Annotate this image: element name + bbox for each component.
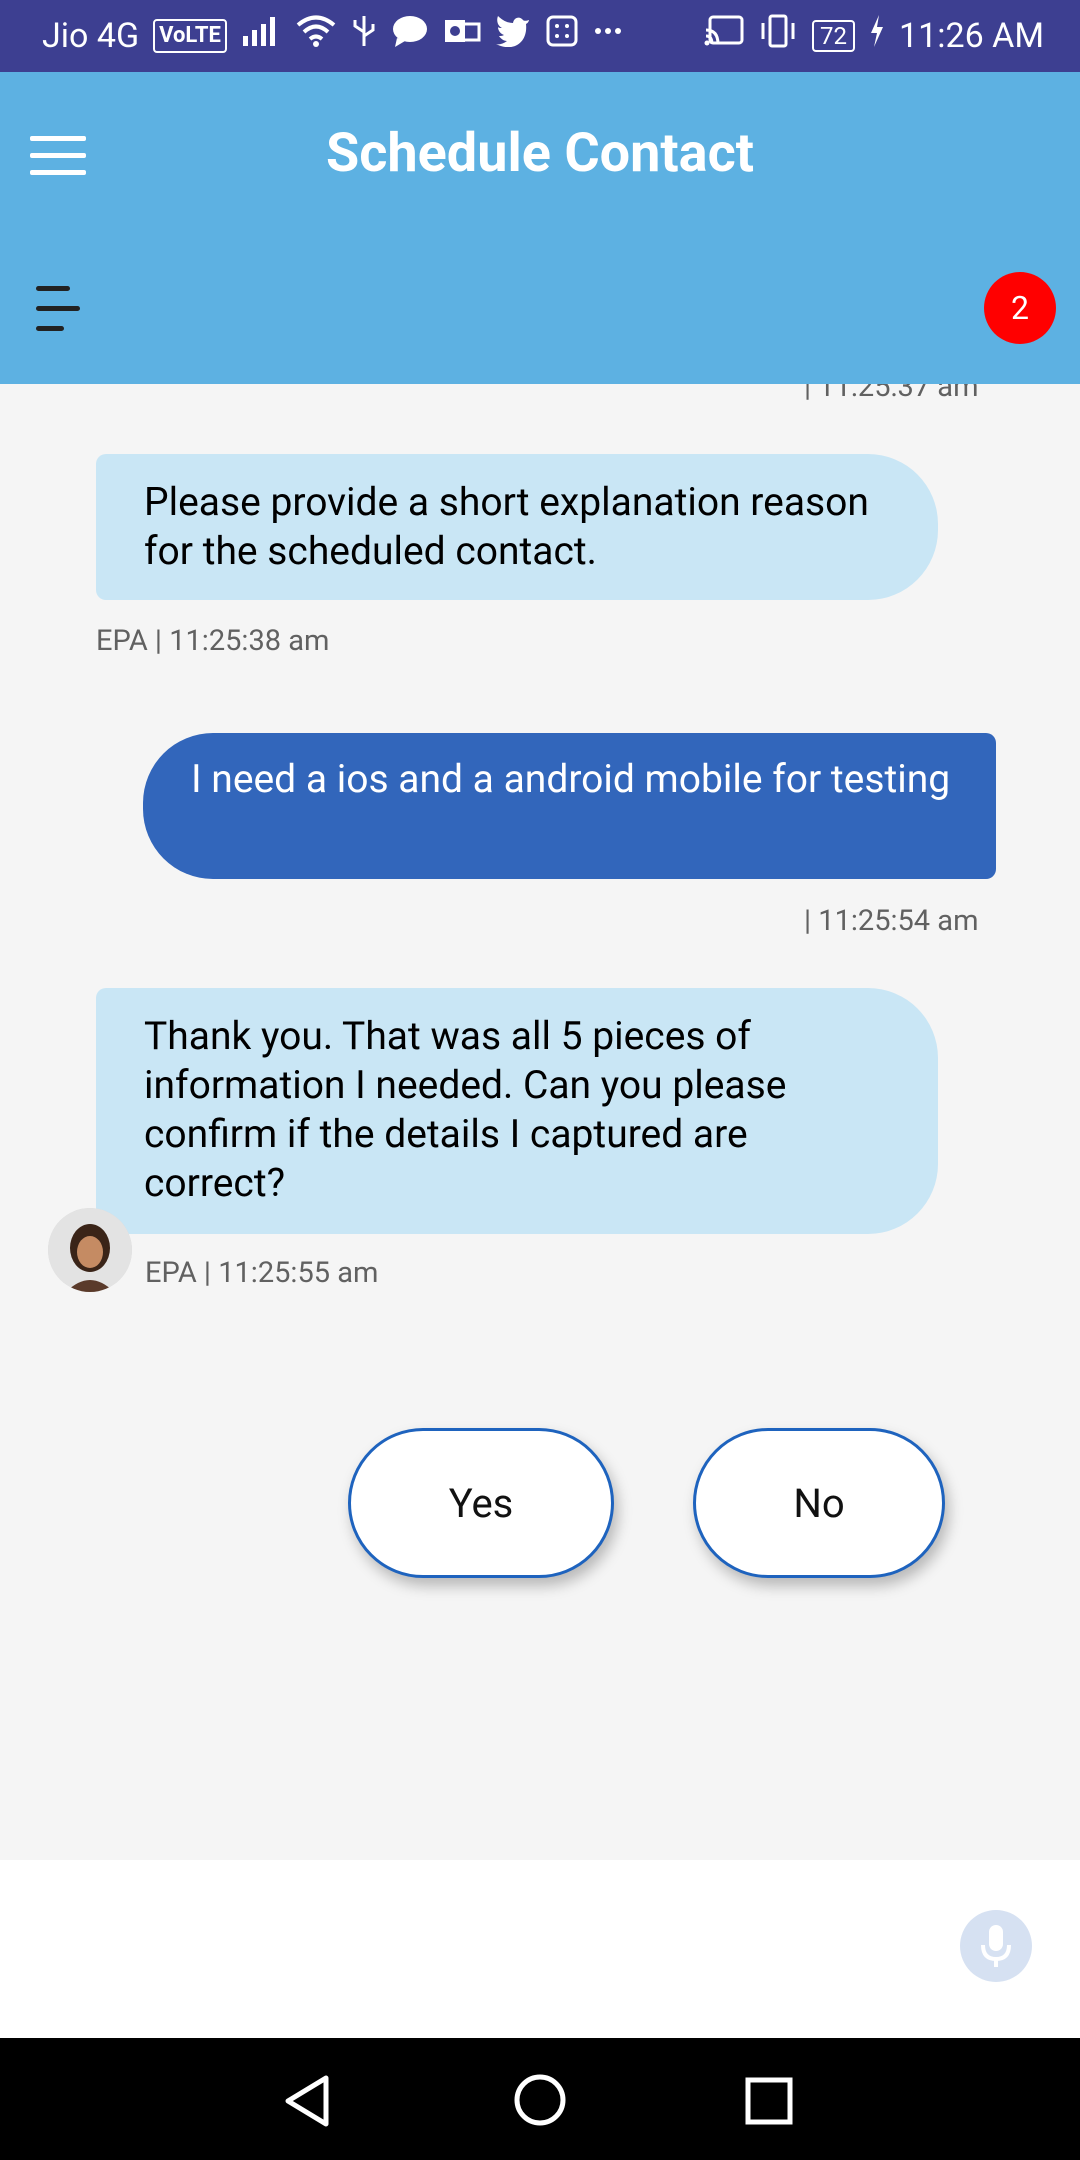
microphone-icon[interactable]	[960, 1910, 1032, 1982]
carrier-label: Jio 4G	[42, 15, 140, 56]
home-icon[interactable]	[513, 2073, 567, 2131]
status-time: 11:26 AM	[899, 15, 1044, 56]
outlook-icon	[443, 14, 481, 57]
cast-icon	[704, 14, 744, 57]
back-icon[interactable]	[282, 2074, 332, 2132]
bot-message-bubble: Please provide a short explanation reaso…	[96, 454, 938, 600]
more-icon	[593, 14, 623, 57]
message-meta: | 11:25:37 am	[804, 384, 979, 404]
notification-badge[interactable]: 2	[984, 272, 1056, 344]
user-message-bubble: I need a ios and a android mobile for te…	[143, 733, 996, 879]
message-icon	[391, 14, 429, 57]
input-bar[interactable]	[0, 1860, 1080, 2038]
status-right: 72 11:26 AM	[704, 14, 1044, 57]
twitter-icon	[495, 15, 531, 56]
navigation-bar	[0, 2038, 1080, 2160]
vibrate-icon	[758, 14, 798, 57]
bot-avatar	[48, 1208, 132, 1292]
side-menu-icon[interactable]	[36, 286, 86, 334]
message-meta: EPA | 11:25:55 am	[145, 1256, 379, 1290]
message-meta: | 11:25:54 am	[804, 904, 979, 938]
status-left: Jio 4G VoLTE	[42, 14, 623, 57]
charging-icon	[869, 14, 885, 57]
no-button[interactable]: No	[693, 1428, 945, 1578]
app-header: Schedule Contact 2	[0, 72, 1080, 384]
signal-icon	[241, 14, 281, 57]
chat-area[interactable]: | 11:25:37 am Please provide a short exp…	[0, 384, 1080, 1860]
usb-icon	[351, 14, 377, 57]
wifi-icon	[295, 14, 337, 57]
yes-button[interactable]: Yes	[348, 1428, 614, 1578]
recents-icon[interactable]	[744, 2076, 794, 2130]
bot-message-bubble: Thank you. That was all 5 pieces of info…	[96, 988, 938, 1234]
volte-badge: VoLTE	[153, 18, 227, 53]
message-meta: EPA | 11:25:38 am	[96, 624, 330, 658]
battery-icon: 72	[812, 19, 856, 52]
status-bar: Jio 4G VoLTE 72 11:26 AM	[0, 0, 1080, 72]
app-icon	[545, 14, 579, 57]
page-title: Schedule Contact	[326, 122, 754, 185]
